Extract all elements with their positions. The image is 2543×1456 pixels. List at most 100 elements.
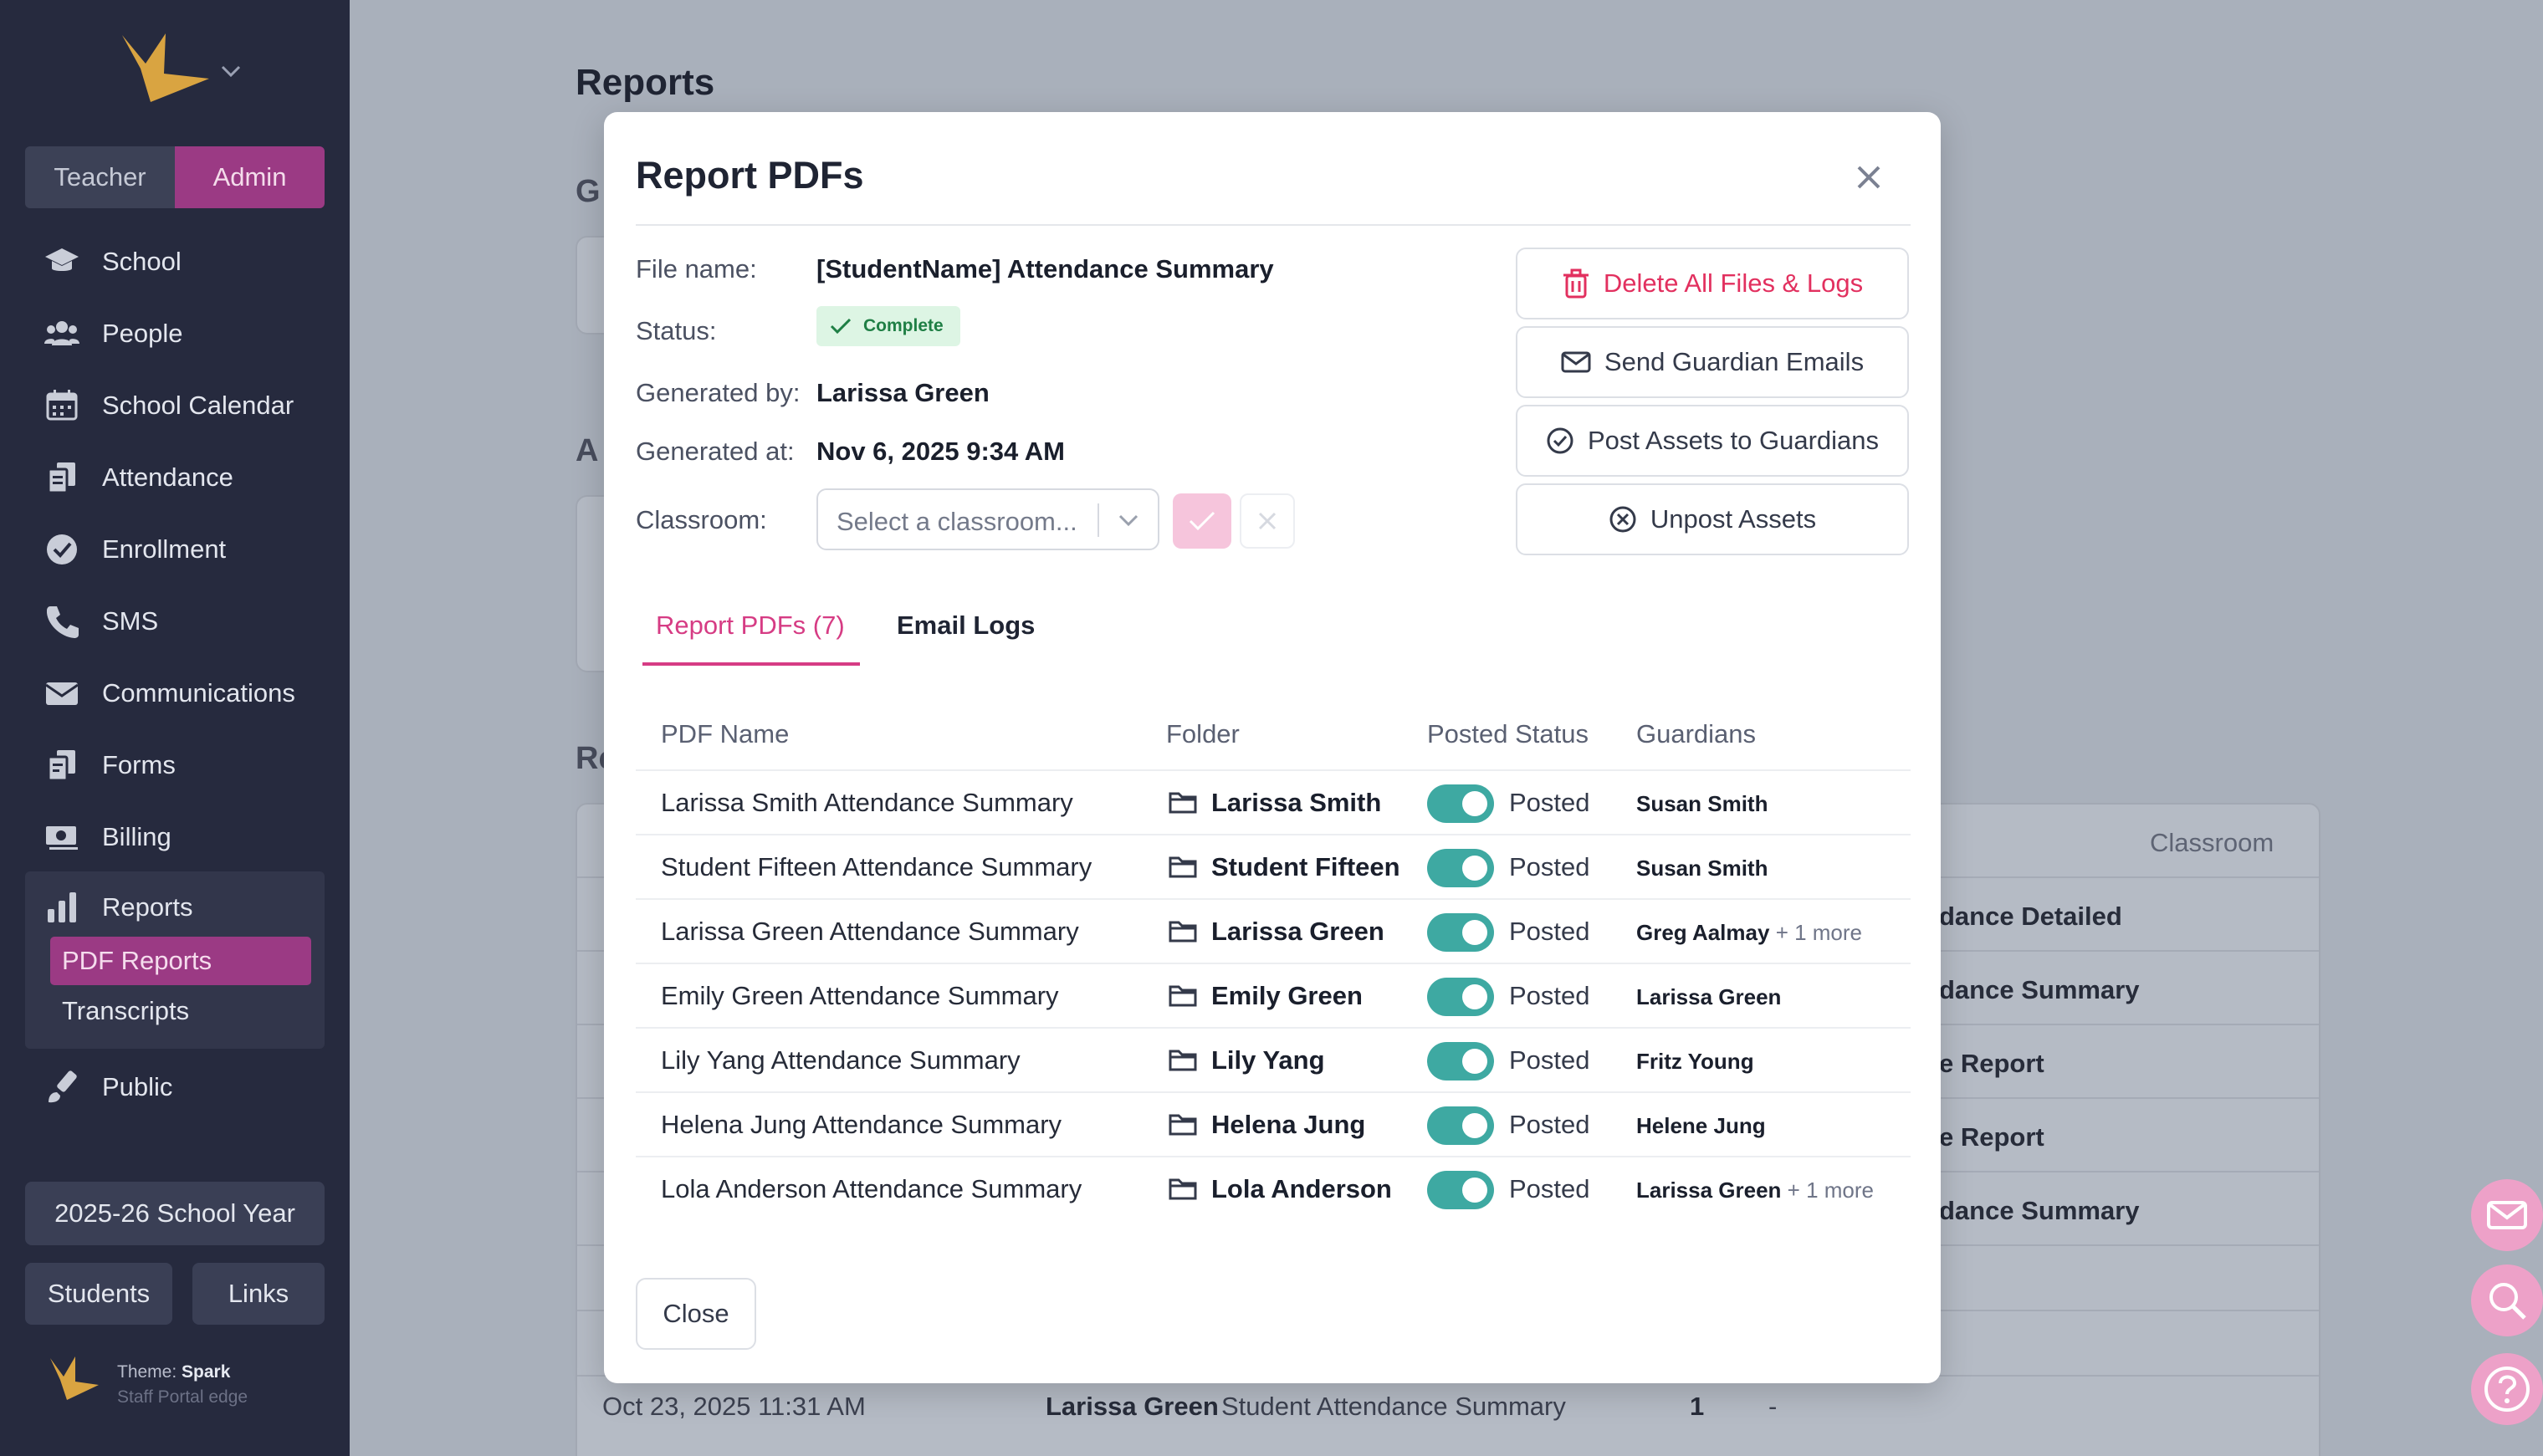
background-table-cell: e Report <box>1939 1122 2044 1152</box>
background-row-dash: - <box>1768 1392 1778 1421</box>
folder-link[interactable]: Lola Anderson <box>1211 1174 1392 1204</box>
guardian-name: Larissa Green <box>1636 1178 1782 1203</box>
search-fab[interactable] <box>2471 1264 2543 1336</box>
section-heading-fragment: A <box>576 433 599 468</box>
unpost-assets-button[interactable]: Unpost Assets <box>1516 483 1909 555</box>
status-label: Status: <box>636 316 717 345</box>
sidebar-item-label: Billing <box>102 822 171 851</box>
sidebar-item-reports[interactable]: Reports <box>25 871 325 943</box>
clipboard-icon <box>43 459 80 496</box>
x-circle-icon <box>1609 506 1636 533</box>
sidebar-subitem-transcripts[interactable]: Transcripts <box>50 987 311 1035</box>
theme-name: Spark <box>182 1362 231 1382</box>
role-admin-button[interactable]: Admin <box>175 146 325 208</box>
guardian-more-link[interactable]: + 1 more <box>1776 920 1862 945</box>
sidebar-item-attendance[interactable]: Attendance <box>25 442 325 513</box>
sidebar-item-school[interactable]: School <box>25 226 325 298</box>
app-logo[interactable] <box>117 30 209 105</box>
column-header-guardians[interactable]: Guardians <box>1636 719 1756 749</box>
page-title: Reports <box>576 62 715 103</box>
button-label: Unpost Assets <box>1650 504 1817 534</box>
sidebar-item-billing[interactable]: Billing <box>25 801 325 873</box>
posted-toggle[interactable] <box>1427 913 1494 952</box>
folder-link[interactable]: Lily Yang <box>1211 1045 1325 1075</box>
posted-toggle[interactable] <box>1427 978 1494 1016</box>
section-heading-fragment: G <box>576 174 601 209</box>
pdf-name-link[interactable]: Helena Jung Attendance Summary <box>661 1110 1062 1140</box>
role-toggle: Teacher Admin <box>25 146 325 208</box>
pdf-name-link[interactable]: Student Fifteen Attendance Summary <box>661 852 1092 882</box>
column-header-folder[interactable]: Folder <box>1166 719 1240 749</box>
classroom-cancel-button[interactable] <box>1240 493 1295 549</box>
chevron-down-icon[interactable] <box>219 64 243 79</box>
sidebar: Teacher Admin School People School Calen… <box>0 0 350 1456</box>
guardian-name: Helene Jung <box>1636 1113 1766 1138</box>
table-row: Lola Anderson Attendance Summary Lola An… <box>636 1156 1911 1220</box>
sidebar-item-school-calendar[interactable]: School Calendar <box>25 370 325 442</box>
close-button[interactable]: Close <box>636 1278 756 1350</box>
column-header-posted-status[interactable]: Posted Status <box>1427 719 1589 749</box>
graduation-cap-icon <box>43 243 80 280</box>
guardians-cell: Larissa Green + 1 more <box>1636 1178 1874 1203</box>
posted-toggle[interactable] <box>1427 849 1494 887</box>
delete-all-files-button[interactable]: Delete All Files & Logs <box>1516 248 1909 319</box>
money-icon <box>43 819 80 856</box>
posted-toggle[interactable] <box>1427 784 1494 823</box>
pdf-name-link[interactable]: Lola Anderson Attendance Summary <box>661 1174 1082 1204</box>
messages-fab[interactable] <box>2471 1179 2543 1251</box>
forms-icon <box>43 747 80 784</box>
sidebar-item-forms[interactable]: Forms <box>25 729 325 801</box>
tab-email-logs[interactable]: Email Logs <box>897 610 1035 641</box>
classroom-select[interactable]: Select a classroom... <box>816 488 1159 550</box>
pdf-name-link[interactable]: Larissa Green Attendance Summary <box>661 917 1079 947</box>
check-icon <box>830 318 852 335</box>
folder-link[interactable]: Larissa Smith <box>1211 788 1381 818</box>
paintbrush-icon <box>43 1069 80 1106</box>
posted-status-text: Posted <box>1509 788 1590 817</box>
sidebar-item-enrollment[interactable]: Enrollment <box>25 513 325 585</box>
button-label: Post Assets to Guardians <box>1587 426 1880 455</box>
table-row: Emily Green Attendance Summary Emily Gre… <box>636 963 1911 1027</box>
school-year-selector[interactable]: 2025-26 School Year <box>25 1182 325 1245</box>
background-row-count: 1 <box>1690 1392 1705 1421</box>
folder-link[interactable]: Larissa Green <box>1211 917 1384 947</box>
folder-link[interactable]: Helena Jung <box>1211 1110 1365 1140</box>
folder-link[interactable]: Student Fifteen <box>1211 852 1400 882</box>
envelope-icon <box>1561 351 1591 373</box>
posted-toggle[interactable] <box>1427 1106 1494 1145</box>
posted-toggle[interactable] <box>1427 1042 1494 1081</box>
sidebar-item-people[interactable]: People <box>25 298 325 370</box>
envelope-icon <box>43 675 80 712</box>
help-fab[interactable] <box>2471 1353 2543 1425</box>
students-button[interactable]: Students <box>25 1263 172 1325</box>
sidebar-item-sms[interactable]: SMS <box>25 585 325 657</box>
tab-report-pdfs[interactable]: Report PDFs (7) <box>656 610 845 641</box>
classroom-select-placeholder: Select a classroom... <box>837 507 1077 536</box>
sidebar-item-public[interactable]: Public <box>25 1051 325 1123</box>
guardian-more-link[interactable]: + 1 more <box>1788 1178 1874 1203</box>
envelope-icon <box>2487 1201 2527 1229</box>
divider <box>636 224 1911 226</box>
sidebar-item-label: School Calendar <box>102 391 294 420</box>
pdf-name-link[interactable]: Emily Green Attendance Summary <box>661 981 1059 1011</box>
post-assets-button[interactable]: Post Assets to Guardians <box>1516 405 1909 477</box>
posted-status-text: Posted <box>1509 981 1590 1010</box>
posted-toggle[interactable] <box>1427 1171 1494 1209</box>
sidebar-item-communications[interactable]: Communications <box>25 657 325 729</box>
folder-link[interactable]: Emily Green <box>1211 981 1363 1011</box>
sidebar-item-label: SMS <box>102 606 159 636</box>
chevron-down-icon <box>1118 514 1138 527</box>
sidebar-subitem-pdf-reports[interactable]: PDF Reports <box>50 937 311 985</box>
classroom-confirm-button[interactable] <box>1173 493 1231 549</box>
pdf-name-link[interactable]: Lily Yang Attendance Summary <box>661 1045 1021 1075</box>
table-row: Larissa Smith Attendance Summary Larissa… <box>636 769 1911 834</box>
active-tab-indicator <box>642 662 860 666</box>
pdf-name-link[interactable]: Larissa Smith Attendance Summary <box>661 788 1073 818</box>
close-icon[interactable] <box>1852 161 1886 194</box>
role-teacher-button[interactable]: Teacher <box>25 146 175 208</box>
background-table-cell: dance Summary <box>1939 975 2140 1004</box>
people-icon <box>43 315 80 352</box>
send-guardian-emails-button[interactable]: Send Guardian Emails <box>1516 326 1909 398</box>
links-button[interactable]: Links <box>192 1263 325 1325</box>
column-header-pdf-name[interactable]: PDF Name <box>661 719 789 749</box>
